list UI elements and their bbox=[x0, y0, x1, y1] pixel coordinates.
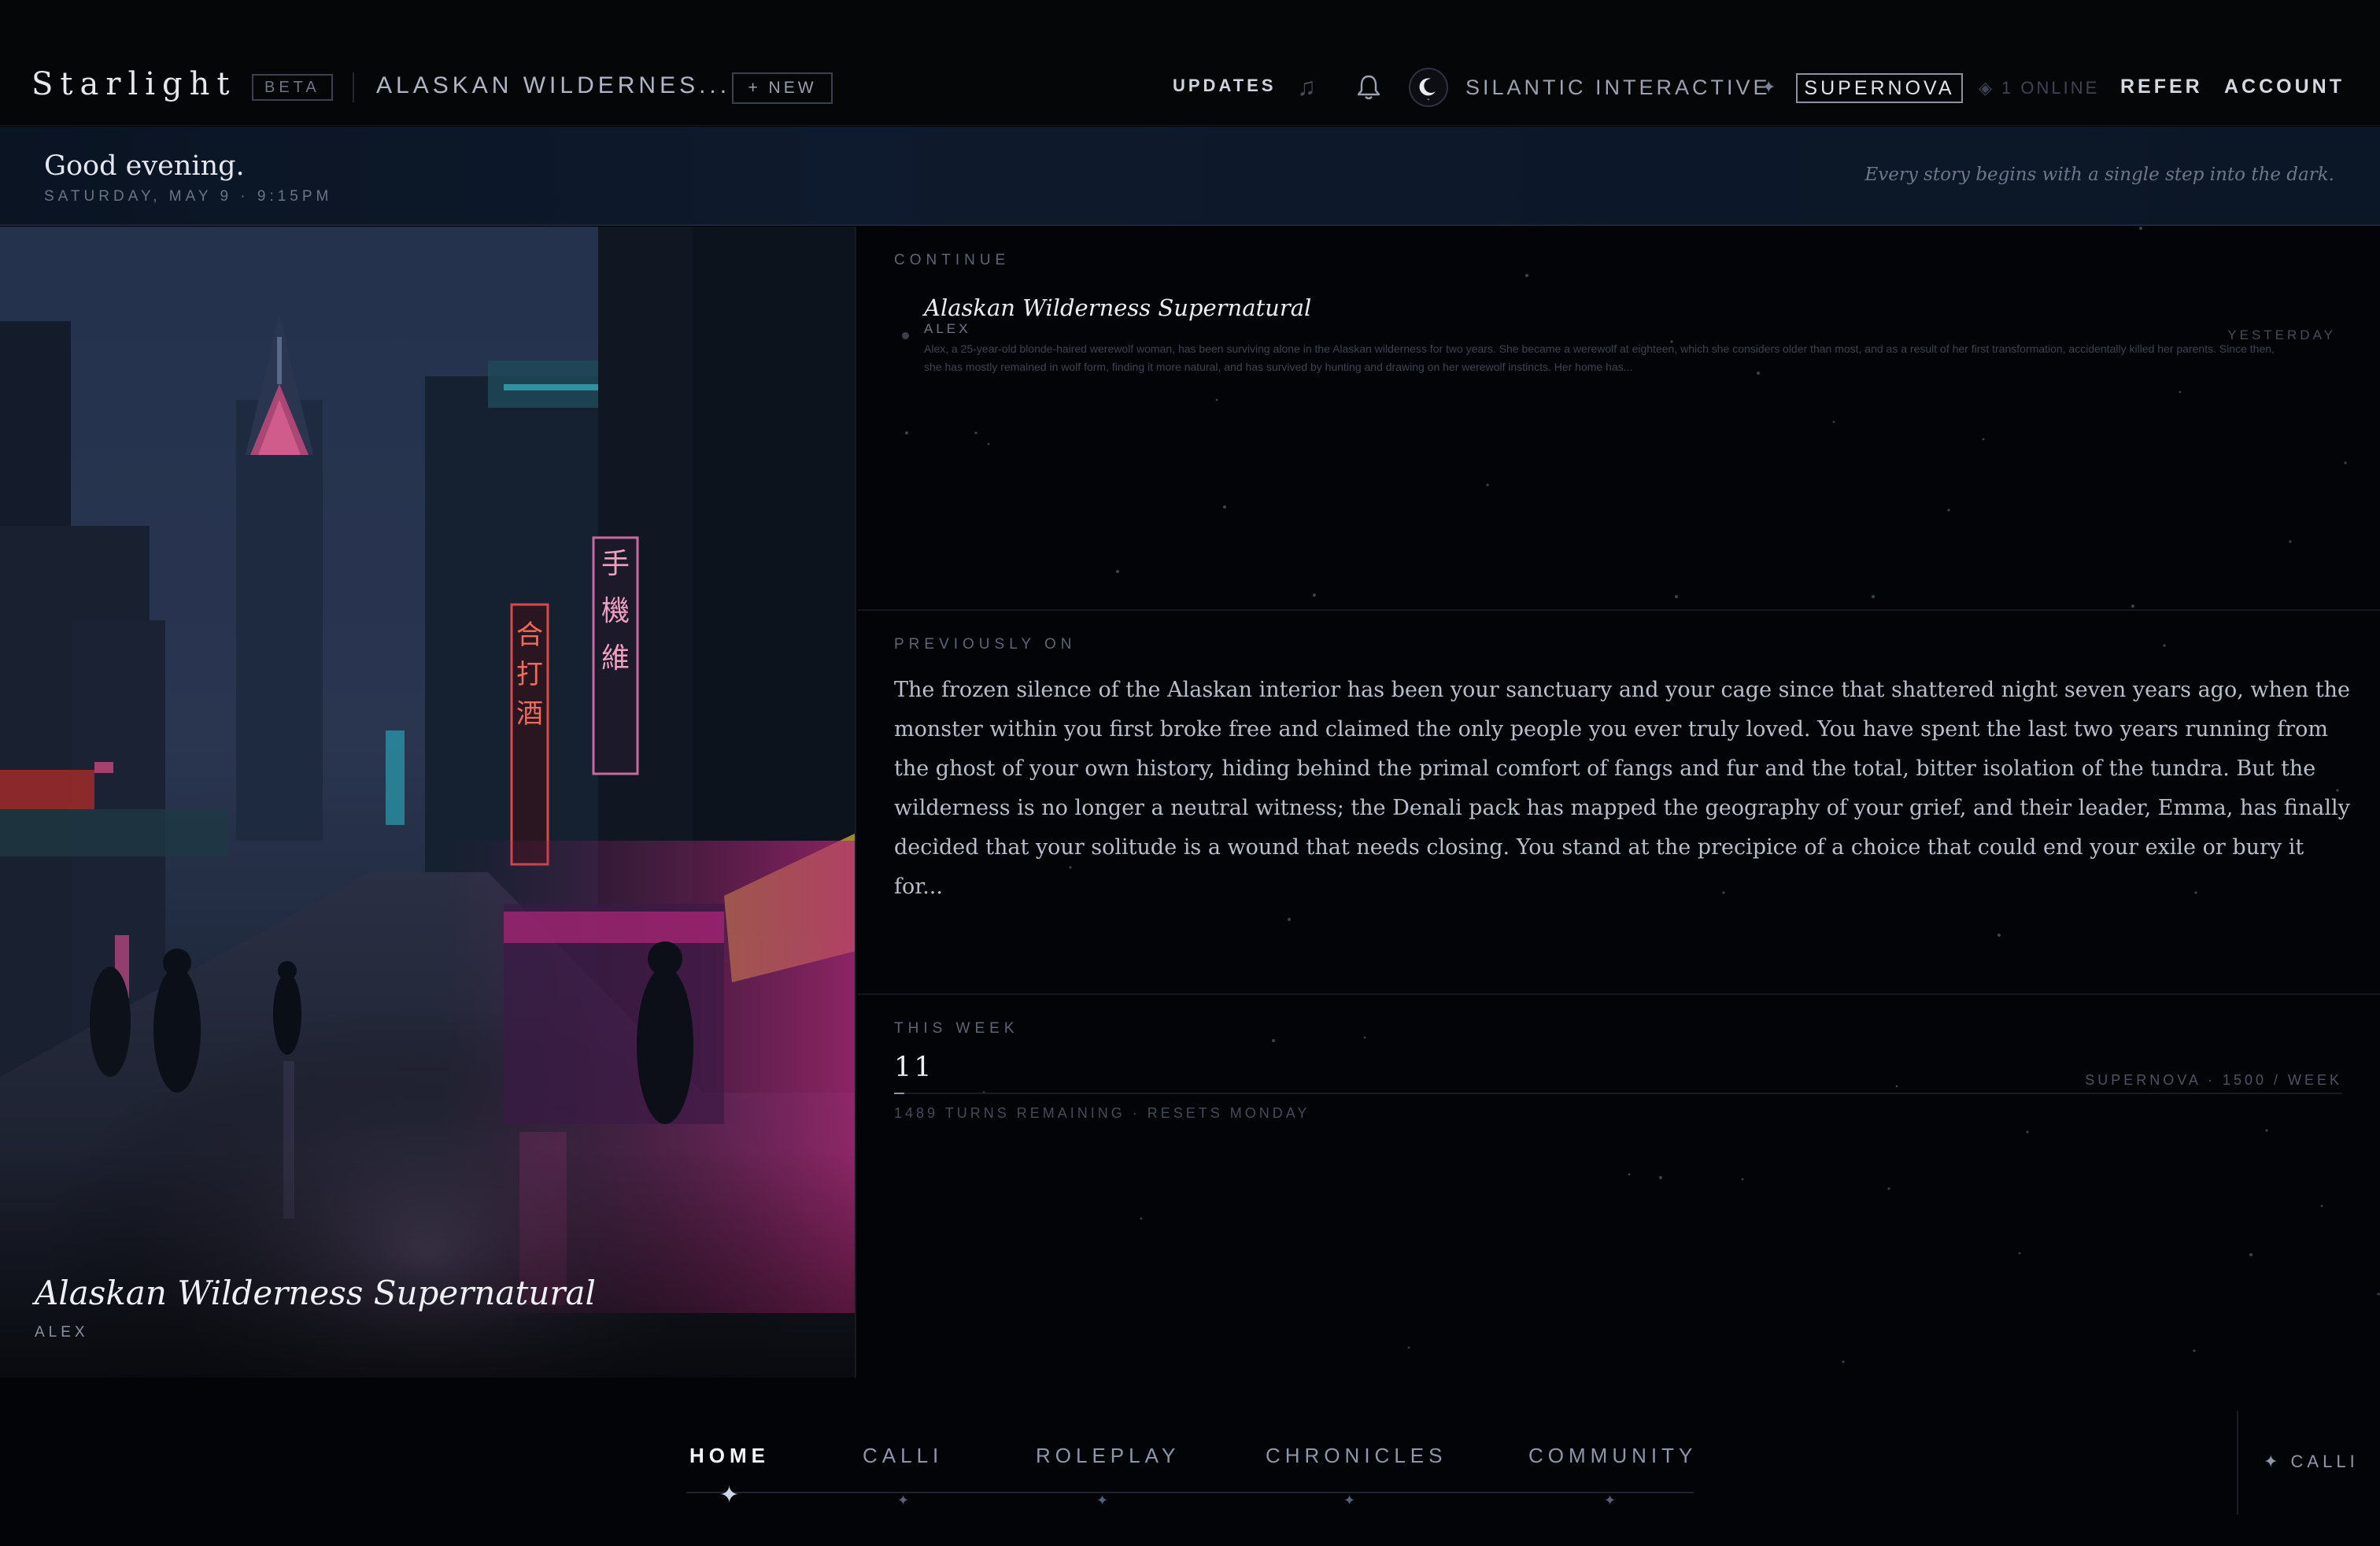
nav-chronicles[interactable]: CHRONICLES bbox=[1266, 1444, 1447, 1468]
greeting-band: Good evening. SATURDAY, MAY 9 · 9:15PM E… bbox=[0, 127, 2380, 226]
org-name[interactable]: SILANTIC INTERACTIVE bbox=[1465, 76, 1771, 100]
sparkle-icon: ✦ bbox=[1761, 77, 1776, 97]
continue-story-title[interactable]: Alaskan Wilderness Supernatural bbox=[924, 294, 1311, 321]
plan-quota: SUPERNOVA · 1500 / WEEK bbox=[2085, 1072, 2342, 1088]
divider bbox=[2237, 1411, 2238, 1515]
this-week-label: THIS WEEK bbox=[894, 1020, 1019, 1037]
beta-badge: BETA bbox=[252, 74, 333, 101]
neon-city-illustration: 合 打 酒 手 機 維 bbox=[0, 227, 855, 1378]
sparkle-icon: ✦ bbox=[1096, 1492, 1109, 1508]
calli-quick-label: CALLI bbox=[2290, 1452, 2359, 1471]
active-sparkle-icon: ✦ bbox=[719, 1482, 740, 1508]
this-week-panel: THIS WEEK 11 SUPERNOVA · 1500 / WEEK 148… bbox=[858, 995, 2380, 1378]
nav-community[interactable]: COMMUNITY bbox=[1528, 1444, 1697, 1468]
turns-used-count: 11 bbox=[894, 1052, 934, 1083]
top-bar: Starlight BETA ALASKAN WILDERNES... + NE… bbox=[0, 0, 2380, 126]
divider bbox=[353, 72, 354, 102]
continue-story-summary: Alex, a 25-year-old blonde-haired werewo… bbox=[924, 342, 2275, 373]
online-count: ◈ 1 ONLINE bbox=[1979, 78, 2100, 98]
continue-label: CONTINUE bbox=[894, 252, 1011, 268]
refer-link[interactable]: REFER bbox=[2120, 76, 2203, 98]
sparkle-icon: ✦ bbox=[2264, 1452, 2291, 1471]
new-story-button[interactable]: + NEW bbox=[732, 72, 833, 104]
account-link[interactable]: ACCOUNT bbox=[2224, 76, 2345, 98]
calli-quick-button[interactable]: ✦ CALLI bbox=[2264, 1452, 2359, 1472]
cover-title: Alaskan Wilderness Supernatural bbox=[35, 1274, 596, 1312]
continue-panel: CONTINUE Alaskan Wilderness Supernatural… bbox=[858, 227, 2380, 611]
nav-home[interactable]: HOME bbox=[689, 1444, 770, 1468]
dashboard-panels: CONTINUE Alaskan Wilderness Supernatural… bbox=[858, 227, 2380, 1378]
nav-underline bbox=[686, 1492, 1694, 1493]
previously-label: PREVIOUSLY ON bbox=[894, 636, 1077, 653]
brand-logo[interactable]: Starlight bbox=[31, 66, 236, 102]
usage-progress-fill bbox=[894, 1093, 904, 1094]
nav-roleplay[interactable]: ROLEPLAY bbox=[1036, 1444, 1180, 1468]
sparkle-icon: ✦ bbox=[1604, 1492, 1617, 1508]
date-time: SATURDAY, MAY 9 · 9:15PM bbox=[44, 188, 333, 205]
sparkle-icon: ✦ bbox=[897, 1492, 910, 1508]
bottom-nav: HOME CALLI ROLEPLAY CHRONICLES COMMUNITY… bbox=[0, 1379, 2380, 1546]
cover-author: ALEX bbox=[35, 1324, 89, 1341]
usage-progress-bar bbox=[894, 1093, 2342, 1094]
greeting-text: Good evening. bbox=[44, 150, 245, 182]
updates-link[interactable]: UPDATES bbox=[1173, 76, 1277, 96]
bullet-dot-icon bbox=[902, 332, 909, 339]
current-story-title[interactable]: ALASKAN WILDERNES... bbox=[376, 72, 730, 99]
tagline: Every story begins with a single step in… bbox=[1864, 165, 2334, 185]
previously-text: The frozen silence of the Alaskan interi… bbox=[894, 678, 2351, 899]
turns-remaining: 1489 TURNS REMAINING · RESETS MONDAY bbox=[894, 1105, 1310, 1121]
sparkle-icon: ✦ bbox=[1343, 1492, 1356, 1508]
bell-icon[interactable] bbox=[1355, 73, 1382, 102]
continue-story-author: ALEX bbox=[924, 321, 971, 336]
story-cover-image[interactable]: 合 打 酒 手 機 維 Alaskan Wilderness Supernatu… bbox=[0, 227, 856, 1378]
plan-badge[interactable]: SUPERNOVA bbox=[1796, 73, 1963, 103]
music-note-icon[interactable]: ♫ bbox=[1297, 72, 1322, 101]
svg-text:✦: ✦ bbox=[1427, 98, 1430, 102]
nav-calli[interactable]: CALLI bbox=[863, 1444, 943, 1468]
previously-on-panel: PREVIOUSLY ON The frozen silence of the … bbox=[858, 611, 2380, 995]
org-avatar[interactable]: ✦ bbox=[1409, 68, 1448, 107]
